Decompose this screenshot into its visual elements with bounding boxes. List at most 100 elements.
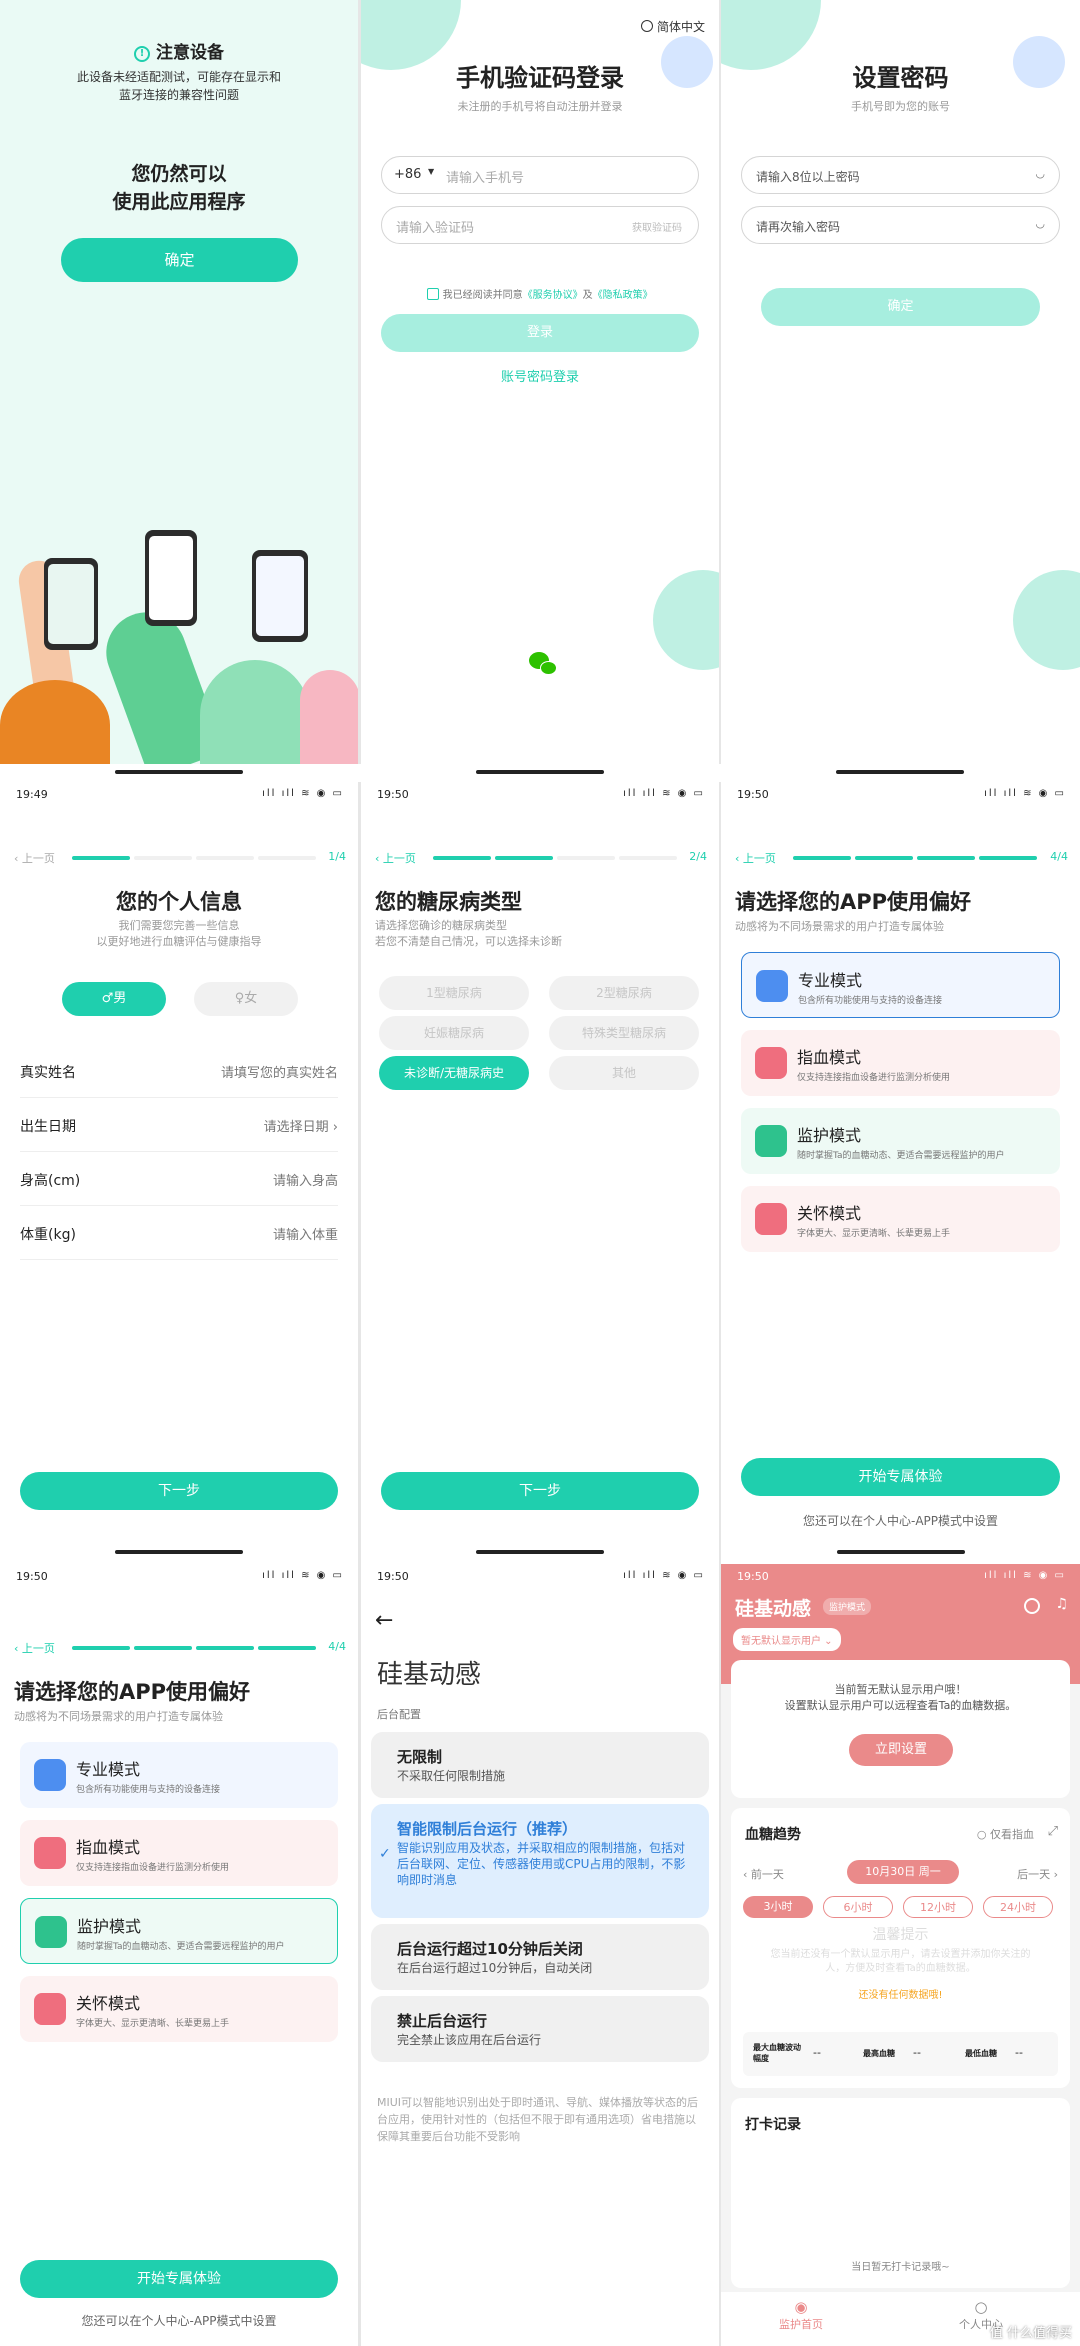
code-field[interactable]: 请输入验证码 获取验证码 xyxy=(381,206,699,244)
option-close-after-10min[interactable]: 后台运行超过10分钟后关闭 在后台运行超过10分钟后，自动关闭 xyxy=(371,1924,709,1990)
row-label: 身高(cm) xyxy=(20,1173,81,1189)
device-warning-screen: ! 注意设备 此设备未经适配测试，可能存在显示和 蓝牙连接的兼容性问题 您仍然可… xyxy=(0,0,358,764)
headline-line: 使用此应用程序 xyxy=(112,191,246,213)
trend-card: 血糖趋势 ○ 仅看指血 ⤢ ‹ 前一天 10月30日 周一 后一天 › 3小时 … xyxy=(731,1808,1070,2088)
back-label: 上一页 xyxy=(382,852,416,865)
hands-illustration xyxy=(0,520,358,764)
language-selector[interactable]: 简体中文 xyxy=(641,18,705,35)
finger-blood-icon xyxy=(755,1047,787,1079)
status-bar: 19:50 ıll ıll ≋ ◉ ▭ xyxy=(721,1564,1080,1588)
range-tab[interactable]: 12小时 xyxy=(903,1896,973,1918)
option-forbid[interactable]: 禁止后台运行 完全禁止该应用在后台运行 xyxy=(371,1996,709,2062)
mode-card-guardian[interactable]: 监护模式 随时掌握Ta的血糖动态、更适合需要远程监护的用户 xyxy=(741,1108,1060,1174)
status-time: 19:50 xyxy=(737,788,769,801)
back-button[interactable]: ‹ 上一页 xyxy=(375,850,416,866)
back-button[interactable]: ‹ 上一页 xyxy=(14,850,55,866)
phone-field[interactable]: +86 ▼ 请输入手机号 xyxy=(381,156,699,194)
range-tab[interactable]: 24小时 xyxy=(983,1896,1053,1918)
option-chip-selected[interactable]: 未诊断/无糖尿病史 xyxy=(379,1056,529,1090)
progress-step-active xyxy=(855,856,913,860)
nav-home-label: 监护首页 xyxy=(779,2318,823,2331)
agree-checkbox[interactable] xyxy=(427,288,440,300)
option-chip[interactable]: 其他 xyxy=(549,1056,699,1090)
expand-icon[interactable]: ⤢ xyxy=(1048,1824,1058,1839)
option-chip[interactable]: 1型糖尿病 xyxy=(379,976,529,1010)
mode-card-finger[interactable]: 指血模式 仅支持连接指血设备进行监测分析使用 xyxy=(741,1030,1060,1096)
confirm-button[interactable]: 确定 xyxy=(61,238,298,282)
wechat-icon[interactable] xyxy=(529,652,559,678)
settings-hint: 您还可以在个人中心-APP模式中设置 xyxy=(81,2314,277,2328)
service-agreement-link[interactable]: 《服务协议》 xyxy=(523,290,583,301)
setup-button[interactable]: 立即设置 xyxy=(849,1734,953,1766)
form-row[interactable]: 体重(kg) 请输入体重 xyxy=(20,1206,338,1260)
bell-icon[interactable]: ♫ xyxy=(1055,1596,1068,1612)
country-code[interactable]: +86 xyxy=(394,167,421,182)
mode-name: 关怀模式 xyxy=(76,1994,141,2013)
gender-female-button[interactable]: ♀女 xyxy=(194,982,298,1016)
next-button[interactable]: 下一步 xyxy=(20,1472,338,1510)
row-value[interactable]: 请选择日期 › xyxy=(264,1116,338,1135)
mode-card-finger[interactable]: 指血模式 仅支持连接指血设备进行监测分析使用 xyxy=(20,1820,338,1886)
date-selector[interactable]: 10月30日 周一 xyxy=(847,1860,959,1884)
get-code-button[interactable]: 获取验证码 xyxy=(632,219,682,234)
warning-headline: 您仍然可以 使用此应用程序 xyxy=(0,160,358,216)
prev-day-button[interactable]: ‹ 前一天 xyxy=(743,1866,784,1882)
form-row[interactable]: 出生日期 请选择日期 › xyxy=(20,1098,338,1152)
agreement-row: 我已经阅读并同意《服务协议》及《隐私政策》 xyxy=(361,286,719,301)
stat-value: -- xyxy=(1015,2046,1023,2059)
confirm-button[interactable]: 确定 xyxy=(761,288,1040,326)
eye-closed-icon[interactable]: ◡ xyxy=(1035,167,1045,180)
row-label: 真实姓名 xyxy=(20,1065,76,1081)
row-value[interactable]: 请输入身高 xyxy=(273,1170,338,1189)
eye-closed-icon[interactable]: ◡ xyxy=(1035,217,1045,230)
password-login-link[interactable]: 账号密码登录 xyxy=(361,366,719,385)
finger-blood-icon xyxy=(34,1837,66,1869)
option-name: 智能限制后台运行（推荐） xyxy=(397,1820,578,1838)
status-icons: ıll ıll ≋ ◉ ▭ xyxy=(623,788,705,799)
heart-care-icon xyxy=(34,1993,66,2025)
mode-card-guardian[interactable]: 监护模式 随时掌握Ta的血糖动态、更适合需要远程监护的用户 xyxy=(20,1898,338,1964)
form-row[interactable]: 真实姓名 请填写您的真实姓名 xyxy=(20,1044,338,1098)
option-chip[interactable]: 妊娠糖尿病 xyxy=(379,1016,529,1050)
status-icons: ıll ıll ≋ ◉ ▭ xyxy=(623,1570,705,1581)
option-desc: 不采取任何限制措施 xyxy=(397,1769,506,1783)
gear-icon[interactable] xyxy=(1024,1598,1040,1614)
only-finger-toggle[interactable]: ○ 仅看指血 xyxy=(977,1826,1034,1842)
option-unrestricted[interactable]: 无限制 不采取任何限制措施 xyxy=(371,1732,709,1798)
option-smart-restrict[interactable]: ✓ 智能限制后台运行（推荐） 智能识别应用及状态，并采取相应的限制措施，包括对后… xyxy=(371,1804,709,1918)
start-button[interactable]: 开始专属体验 xyxy=(20,2260,338,2298)
next-day-button[interactable]: 后一天 › xyxy=(1017,1866,1058,1882)
watermark: 值 什么值得买 xyxy=(989,2326,1072,2341)
notice-line: 设置默认显示用户可以远程查看Ta的血糖数据。 xyxy=(784,1699,1017,1712)
privacy-policy-link[interactable]: 《隐私政策》 xyxy=(593,290,653,301)
overlay-title: 温馨提示 xyxy=(872,1927,929,1943)
status-icons: ıll ıll ≋ ◉ ▭ xyxy=(984,788,1066,799)
start-button[interactable]: 开始专属体验 xyxy=(741,1458,1060,1496)
row-value[interactable]: 请填写您的真实姓名 xyxy=(221,1062,338,1081)
nav-home[interactable]: ◉ 监护首页 xyxy=(761,2298,841,2332)
option-chip[interactable]: 2型糖尿病 xyxy=(549,976,699,1010)
sms-login-screen: 简体中文 手机验证码登录 未注册的手机号将自动注册并登录 +86 ▼ 请输入手机… xyxy=(361,0,719,764)
info-circle-icon: ! xyxy=(134,46,151,62)
gender-male-button[interactable]: ♂男 xyxy=(62,982,166,1016)
password-confirm-field[interactable]: 请再次输入密码 ◡ xyxy=(741,206,1060,244)
form-row[interactable]: 身高(cm) 请输入身高 xyxy=(20,1152,338,1206)
mode-card-care[interactable]: 关怀模式 字体更大、显示更清晰、长辈更易上手 xyxy=(20,1976,338,2042)
option-chip[interactable]: 特殊类型糖尿病 xyxy=(549,1016,699,1050)
mode-desc: 字体更大、显示更清晰、长辈更易上手 xyxy=(76,2019,230,2029)
back-arrow-icon[interactable]: ← xyxy=(375,1608,393,1633)
app-title: 硅基动感 xyxy=(377,1660,482,1690)
range-tab[interactable]: 3小时 xyxy=(743,1896,813,1918)
back-button[interactable]: ‹ 上一页 xyxy=(14,1640,55,1656)
password-field[interactable]: 请输入8位以上密码 ◡ xyxy=(741,156,1060,194)
mode-card-professional[interactable]: 专业模式 包含所有功能使用与支持的设备连接 xyxy=(20,1742,338,1808)
mode-card-care[interactable]: 关怀模式 字体更大、显示更清晰、长辈更易上手 xyxy=(741,1186,1060,1252)
user-selector[interactable]: 暂无默认显示用户 ⌄ xyxy=(733,1628,841,1651)
row-value[interactable]: 请输入体重 xyxy=(273,1224,338,1243)
progress-step xyxy=(557,856,615,860)
range-tab[interactable]: 6小时 xyxy=(823,1896,893,1918)
back-button[interactable]: ‹ 上一页 xyxy=(735,850,776,866)
mode-card-professional[interactable]: 专业模式 包含所有功能使用与支持的设备连接 xyxy=(741,952,1060,1018)
next-button[interactable]: 下一步 xyxy=(381,1472,699,1510)
login-button[interactable]: 登录 xyxy=(381,314,699,352)
